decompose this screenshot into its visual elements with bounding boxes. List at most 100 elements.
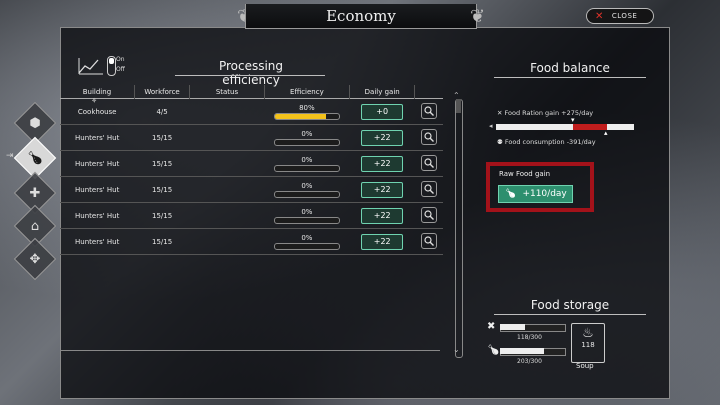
raw-food-value: +110/day (522, 189, 567, 199)
table-scrollbar[interactable] (455, 99, 463, 358)
table-bottom-divider (60, 350, 440, 351)
col-status: Status (189, 85, 265, 99)
workforce-value: 15/15 (134, 176, 190, 203)
raw-food-icon: 🍗︎ (487, 345, 500, 356)
table-row: Hunters' Hut 15/15 0% +22 (60, 176, 443, 203)
daily-gain-button[interactable]: +22 (361, 233, 404, 250)
magnifier-icon (424, 235, 434, 246)
sort-icon[interactable]: ⚘ (91, 97, 97, 105)
soup-bowl-icon: ♨ (582, 326, 594, 341)
house-icon: ⌂ (30, 218, 40, 234)
status-value (189, 176, 265, 203)
locate-building-button[interactable] (420, 232, 437, 249)
table-row: Hunters' Hut 15/15 0% +22 (60, 202, 443, 229)
balance-underline (494, 77, 646, 78)
chart-line-icon (78, 58, 103, 75)
daily-gain-button[interactable]: +0 (361, 103, 404, 120)
daily-gain-cell: +22 (349, 202, 415, 229)
food-storage-title: Food storage (530, 298, 610, 312)
soup-slot[interactable]: ♨ 118 (571, 323, 605, 363)
efficiency-bar (273, 112, 340, 120)
rations-bar-fill (500, 324, 525, 330)
raw-food-title: Raw Food gain (499, 170, 551, 178)
table-row: Hunters' Hut 15/15 0% +22 (60, 124, 443, 151)
consumption-marker-icon: ▴ (604, 129, 608, 137)
soup-count: 118 (581, 341, 595, 349)
processing-table: Building Workforce Status Efficiency Dai… (60, 85, 443, 255)
processing-title: Processing efficiency (218, 59, 284, 87)
drumstick-icon: 🍗︎ (26, 150, 44, 166)
locate-building-button[interactable] (420, 206, 437, 223)
daily-gain-cell: +22 (349, 228, 415, 255)
locate-building-button[interactable] (420, 102, 437, 119)
locate-building-button[interactable] (420, 128, 437, 145)
drumstick-icon: 🍗︎ (505, 189, 517, 199)
rations-icon: ✖ (487, 321, 496, 332)
efficiency-label: 0% (301, 181, 313, 190)
close-button[interactable]: ✕ CLOSE (586, 8, 654, 24)
cube-icon: ⬢ (29, 115, 41, 131)
efficiency-bar (273, 216, 340, 224)
table-row: Hunters' Hut 15/15 0% +22 (60, 150, 443, 177)
active-tab-marker-icon: ⇥ (6, 151, 14, 161)
magnifier-icon (424, 157, 434, 168)
raw-food-bar-fill (500, 348, 544, 354)
bar-start-icon: ◂ (489, 122, 493, 130)
efficiency-bar (273, 138, 340, 146)
people-icon: ⚉ (497, 138, 503, 146)
daily-gain-cell: +22 (349, 124, 415, 151)
efficiency-cell: 0% (264, 228, 350, 255)
workforce-value: 4/5 (134, 98, 190, 125)
workforce-value: 15/15 (134, 228, 190, 255)
efficiency-bar (273, 164, 340, 172)
window-title: Economy (245, 4, 477, 29)
cutlery-icon: ✕ (497, 109, 503, 117)
title-underline (175, 75, 325, 76)
efficiency-label: 0% (301, 233, 313, 242)
scroll-thumb[interactable] (456, 99, 461, 113)
table-header: Building Workforce Status Efficiency Dai… (60, 85, 443, 99)
efficiency-label: 0% (301, 155, 313, 164)
scroll-down-icon[interactable]: ⌄ (453, 345, 460, 354)
table-row: Hunters' Hut 15/15 0% +22 (60, 228, 443, 255)
magnifier-icon (424, 183, 434, 194)
daily-gain-cell: +0 (349, 98, 415, 125)
locate-building-button[interactable] (420, 180, 437, 197)
building-name: Hunters' Hut (60, 150, 135, 177)
cog-icon: ✥ (29, 251, 41, 267)
food-consumption: ⚉ Food consumption -391/day (497, 138, 596, 146)
locate-building-button[interactable] (420, 154, 437, 171)
efficiency-cell: 0% (264, 202, 350, 229)
building-name: Hunters' Hut (60, 228, 135, 255)
storage-underline (494, 314, 646, 315)
workforce-value: 15/15 (134, 150, 190, 177)
efficiency-cell: 80% (264, 98, 350, 125)
daily-gain-button[interactable]: +22 (361, 129, 404, 146)
status-value (189, 98, 265, 125)
magnifier-icon (424, 105, 434, 116)
raw-food-gain-button[interactable]: 🍗︎ +110/day (498, 185, 573, 203)
rations-value: 118/300 (517, 334, 542, 341)
efficiency-bar (273, 190, 340, 198)
daily-gain-button[interactable]: +22 (361, 181, 404, 198)
plus-icon: ✚ (29, 185, 41, 201)
food-ration-gain: ✕ Food Ration gain +275/day (497, 109, 594, 117)
food-balance-title: Food balance (530, 61, 610, 75)
building-name: Hunters' Hut (60, 202, 135, 229)
col-efficiency: Efficiency (263, 85, 350, 99)
efficiency-cell: 0% (264, 124, 350, 151)
col-workforce: Workforce (133, 85, 190, 99)
daily-gain-button[interactable]: +22 (361, 155, 404, 172)
efficiency-toggle[interactable] (107, 56, 116, 76)
right-flourish: ❦ (470, 6, 486, 27)
balance-deficit (573, 124, 607, 130)
magnifier-icon (424, 131, 434, 142)
soup-label: Soup (576, 362, 594, 370)
daily-gain-button[interactable]: +22 (361, 207, 404, 224)
status-value (189, 228, 265, 255)
raw-food-value-storage: 203/300 (517, 358, 542, 365)
building-name: Hunters' Hut (60, 124, 135, 151)
table-row: Cookhouse 4/5 80% +0 (60, 98, 443, 125)
tab-misc[interactable]: ✥ (13, 237, 57, 281)
efficiency-bar (273, 242, 340, 250)
